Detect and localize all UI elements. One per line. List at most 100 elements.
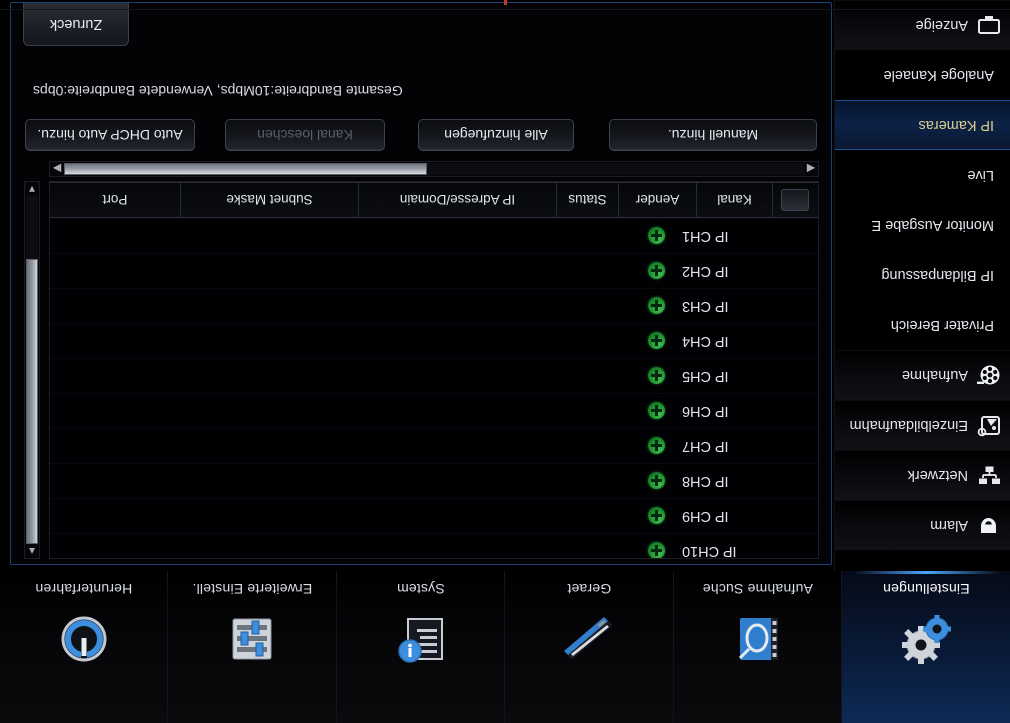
add-channel-button[interactable] — [642, 227, 672, 245]
scroll-up-icon[interactable]: ▲ — [25, 544, 39, 558]
channel-grid: Kanal Aender Status IP Adresse/Domain Su… — [49, 181, 819, 559]
nav-label-aufnahme-suche: Aufnahme Suche — [702, 581, 813, 597]
vscroll-thumb[interactable] — [26, 258, 38, 544]
sidebar-item-alarm[interactable]: Alarm — [835, 500, 1010, 550]
add-all-button[interactable]: Alle hinzufuegen — [418, 119, 574, 151]
row-channel-label: IP CH5 — [682, 368, 729, 384]
column-header-status[interactable]: Status — [556, 183, 618, 217]
manual-add-button[interactable]: Manuell hinzu. — [609, 119, 817, 151]
plus-icon — [648, 367, 666, 385]
filmsearch-icon — [726, 607, 790, 671]
sidebar-item-netzwerk[interactable]: Netzwerk — [835, 450, 1010, 500]
table-row[interactable]: IP CH6 — [50, 393, 818, 428]
table-row[interactable]: IP CH7 — [50, 428, 818, 463]
content-area: Kanal Aender Status IP Adresse/Domain Su… — [0, 0, 834, 571]
sliders-icon — [220, 607, 284, 671]
table-row[interactable]: IP CH2 — [50, 253, 818, 288]
add-channel-button[interactable] — [642, 367, 672, 385]
nav-item-einstellungen[interactable]: Einstellungen — [842, 571, 1010, 723]
monitor-icon — [976, 13, 1002, 39]
scroll-down-icon[interactable]: ▼ — [25, 182, 39, 196]
sidebar-label-monitor-ausgabe: Monitor Ausgabe E — [871, 217, 994, 233]
sidebar-item-ip-bildanpassung[interactable]: IP Bildanpassung — [835, 250, 1010, 300]
auto-dhcp-add-button[interactable]: Auto DHCP Auto hinzu. — [25, 119, 195, 151]
plus-icon — [648, 297, 666, 315]
column-header-aender[interactable]: Aender — [618, 183, 696, 217]
sidebar-item-anzeige[interactable]: Anzeige — [835, 0, 1010, 50]
sidebar-item-einzelbildaufnahme[interactable]: Einzelbildaufnahm — [835, 400, 1010, 450]
add-channel-button[interactable] — [642, 437, 672, 455]
add-channel-button[interactable] — [642, 332, 672, 350]
ip-camera-panel: Kanal Aender Status IP Adresse/Domain Su… — [10, 2, 832, 565]
film-reel-icon — [976, 363, 1002, 389]
row-channel-label: IP CH2 — [682, 263, 729, 279]
plus-icon — [648, 402, 666, 420]
hscroll-thumb[interactable] — [64, 163, 427, 175]
table-vertical-scrollbar[interactable]: ▲ ▼ — [24, 181, 40, 559]
scroll-left-icon[interactable]: ◀ — [804, 162, 818, 176]
nav-item-geraet[interactable]: Geraet — [505, 571, 674, 723]
red-indicator-mark — [504, 0, 507, 5]
table-row[interactable]: IP CH5 — [50, 358, 818, 393]
sysinfo-icon — [389, 607, 453, 671]
select-all-header[interactable] — [772, 183, 818, 217]
sidebar-item-analoge-kanaele[interactable]: Analoge Kanaele — [835, 50, 1010, 100]
sidebar-item-privater-bereich[interactable]: Privater Bereich — [835, 300, 1010, 350]
hscroll-track[interactable] — [64, 163, 804, 175]
table-row[interactable]: IP CH3 — [50, 288, 818, 323]
add-channel-button[interactable] — [642, 402, 672, 420]
sidebar-label-privater-bereich: Privater Bereich — [890, 317, 994, 333]
sidebar-label-aufnahme: Aufnahme — [901, 367, 968, 384]
nav-item-erweiterte-einstell[interactable]: Erweiterte Einstell. — [168, 571, 337, 723]
add-channel-button[interactable] — [642, 507, 672, 525]
row-channel-label: IP CH4 — [682, 333, 729, 349]
add-channel-button[interactable] — [642, 297, 672, 315]
add-channel-button[interactable] — [642, 542, 672, 559]
plus-icon — [648, 332, 666, 350]
table-row[interactable]: IP CH1 — [50, 218, 818, 253]
plus-icon — [648, 542, 666, 559]
bottom-hairline — [0, 9, 1010, 10]
table-row[interactable]: IP CH9 — [50, 498, 818, 533]
table-row[interactable]: IP CH8 — [50, 463, 818, 498]
rotated-screen-wrapper: Einstellungen Aufnahme Suche Geraet Syst… — [0, 0, 1010, 723]
table-header-row: Kanal Aender Status IP Adresse/Domain Su… — [50, 182, 818, 218]
column-header-kanal[interactable]: Kanal — [696, 183, 772, 217]
delete-channel-button[interactable]: Kanal loeschen — [225, 119, 385, 151]
nav-label-herunterfahren: Herunterfahren — [35, 581, 133, 597]
column-header-ip-adresse[interactable]: IP Adresse/Domain — [358, 183, 556, 217]
sidebar-label-analoge-kanaele: Analoge Kanaele — [883, 67, 994, 83]
sidebar-item-aufnahme[interactable]: Aufnahme — [835, 350, 1010, 400]
gears-icon — [894, 607, 958, 671]
column-header-port[interactable]: Port — [50, 183, 180, 217]
row-channel-label: IP CH3 — [682, 298, 729, 314]
nav-item-aufnahme-suche[interactable]: Aufnahme Suche — [674, 571, 843, 723]
column-header-subnet-maske[interactable]: Subnet Maske — [180, 183, 358, 217]
add-channel-button[interactable] — [642, 472, 672, 490]
dvr-screen: Einstellungen Aufnahme Suche Geraet Syst… — [0, 0, 1010, 723]
nav-label-geraet: Geraet — [567, 581, 612, 597]
table-horizontal-scrollbar[interactable]: ◀ ▶ — [49, 161, 819, 177]
row-channel-label: IP CH6 — [682, 403, 729, 419]
nav-item-system[interactable]: System — [337, 571, 506, 723]
add-channel-button[interactable] — [642, 262, 672, 280]
sidebar-label-live: Live — [967, 167, 994, 183]
table-row[interactable]: IP CH4 — [50, 323, 818, 358]
scroll-right-icon[interactable]: ▶ — [50, 162, 64, 176]
snapshot-icon — [976, 413, 1002, 439]
row-channel-label: IP CH7 — [682, 438, 729, 454]
vscroll-track[interactable] — [26, 196, 38, 544]
alarm-icon — [976, 513, 1002, 539]
plus-icon — [648, 227, 666, 245]
sidebar-item-monitor-ausgabe[interactable]: Monitor Ausgabe E — [835, 200, 1010, 250]
select-all-checkbox[interactable] — [781, 189, 810, 211]
sidebar-item-ip-kameras[interactable]: IP Kameras — [835, 100, 1010, 150]
table-row[interactable]: IP CH10 — [50, 533, 818, 559]
action-button-row: Manuell hinzu. Alle hinzufuegen Kanal lo… — [25, 119, 817, 153]
sidebar-label-einzelbildaufnahme: Einzelbildaufnahm — [849, 417, 969, 434]
sidebar-item-live[interactable]: Live — [835, 150, 1010, 200]
nav-item-herunterfahren[interactable]: Herunterfahren — [0, 571, 169, 723]
bandwidth-info-text: Gesamte Bandbreite:10Mbps, Verwendete Ba… — [33, 83, 403, 99]
row-channel-label: IP CH9 — [682, 508, 729, 524]
harddisk-icon — [557, 607, 621, 671]
